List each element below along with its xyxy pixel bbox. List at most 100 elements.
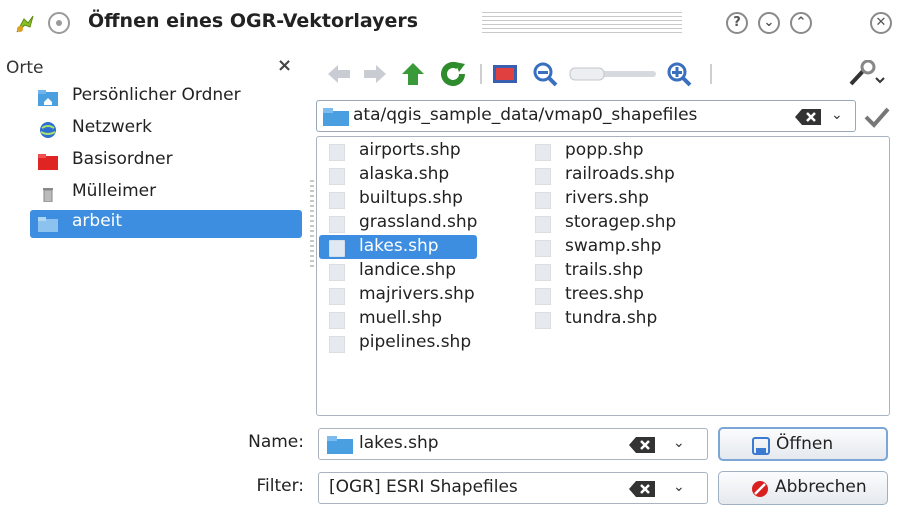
red-folder-icon <box>38 154 58 170</box>
up-icon[interactable] <box>398 60 428 88</box>
path-combo[interactable]: ata/qgis_sample_data/vmap0_shapefiles ⌄ <box>316 100 856 132</box>
place-network[interactable]: Netzwerk <box>30 116 302 144</box>
file-item[interactable]: airports.shp <box>319 139 499 163</box>
clear-icon[interactable] <box>795 108 821 126</box>
file-name: majrivers.shp <box>359 284 475 304</box>
back-icon[interactable] <box>324 60 354 88</box>
settings-icon[interactable] <box>846 60 886 88</box>
place-label: Basisordner <box>72 149 173 169</box>
file-name: grassland.shp <box>359 212 478 232</box>
file-name: alaska.shp <box>359 164 450 184</box>
file-name: popp.shp <box>565 140 644 160</box>
clear-icon[interactable] <box>629 436 655 454</box>
file-item[interactable]: swamp.shp <box>525 235 705 259</box>
forward-icon[interactable] <box>360 60 390 88</box>
place-label: Persönlicher Ordner <box>72 85 241 105</box>
file-icon <box>535 312 551 329</box>
file-icon <box>535 144 551 161</box>
view-icon[interactable] <box>490 60 520 88</box>
file-icon <box>329 192 345 209</box>
file-item[interactable]: popp.shp <box>525 139 705 163</box>
file-icon <box>535 192 551 209</box>
file-item[interactable]: alaska.shp <box>319 163 499 187</box>
file-name: trails.shp <box>565 260 644 280</box>
file-icon <box>329 336 345 353</box>
file-item[interactable]: railroads.shp <box>525 163 705 187</box>
filter-label: Filter: <box>256 476 304 496</box>
chevron-down-icon[interactable]: ⌄ <box>673 435 685 451</box>
file-icon <box>535 240 551 257</box>
place-trash[interactable]: Mülleimer <box>30 180 302 208</box>
file-name: airports.shp <box>359 140 461 160</box>
file-name: railroads.shp <box>565 164 675 184</box>
file-icon <box>329 312 345 329</box>
places-close-button[interactable]: × <box>277 55 292 76</box>
clear-icon[interactable] <box>629 480 655 498</box>
chevron-down-icon[interactable]: ⌄ <box>673 479 685 495</box>
place-home[interactable]: Persönlicher Ordner <box>30 84 302 112</box>
file-icon <box>329 288 345 305</box>
folder-icon <box>327 436 353 454</box>
reload-icon[interactable] <box>438 60 468 88</box>
file-item[interactable]: landice.shp <box>319 259 499 283</box>
file-item[interactable]: majrivers.shp <box>319 283 499 307</box>
zoom-out-icon[interactable] <box>530 60 560 88</box>
zoom-slider[interactable] <box>568 60 658 88</box>
title-bar: Öffnen eines OGR-Vektorlayers ? ⌄ ⌃ ✕ <box>0 0 904 46</box>
title-bar-grip <box>482 12 682 34</box>
file-name: lakes.shp <box>359 236 439 256</box>
file-list[interactable]: airports.shp alaska.shp builtups.shp gra… <box>316 136 890 416</box>
cancel-button-label: Abbrechen <box>775 477 867 497</box>
checkmark-icon[interactable] <box>862 103 892 131</box>
file-icon <box>329 264 345 281</box>
network-icon <box>40 122 56 138</box>
home-folder-icon <box>38 90 58 106</box>
file-item[interactable]: muell.shp <box>319 307 499 331</box>
name-label: Name: <box>248 432 304 452</box>
file-name: rivers.shp <box>565 188 649 208</box>
zoom-in-icon[interactable] <box>664 60 694 88</box>
name-value: lakes.shp <box>359 433 439 453</box>
file-icon <box>535 216 551 233</box>
file-item[interactable]: rivers.shp <box>525 187 705 211</box>
filter-combo[interactable]: [OGR] ESRI Shapefiles ⌄ <box>318 472 708 504</box>
file-item[interactable]: tundra.shp <box>525 307 705 331</box>
file-item[interactable]: trails.shp <box>525 259 705 283</box>
file-icon <box>329 216 345 233</box>
file-dialog: Öffnen eines OGR-Vektorlayers ? ⌄ ⌃ ✕ Or… <box>0 0 904 514</box>
file-item[interactable]: trees.shp <box>525 283 705 307</box>
file-icon <box>329 144 345 161</box>
open-button[interactable]: Öffnen <box>718 427 888 461</box>
pin-icon[interactable] <box>48 12 70 34</box>
close-button[interactable]: ✕ <box>870 12 892 34</box>
place-label: Mülleimer <box>72 181 157 201</box>
minimize-button[interactable]: ⌄ <box>758 12 780 34</box>
filter-value: [OGR] ESRI Shapefiles <box>329 477 518 497</box>
place-arbeit[interactable]: arbeit <box>30 210 302 238</box>
file-item[interactable]: pipelines.shp <box>319 331 499 355</box>
chevron-down-icon[interactable]: ⌄ <box>831 107 843 123</box>
file-item[interactable]: grassland.shp <box>319 211 499 235</box>
cancel-icon <box>752 481 768 497</box>
cancel-button[interactable]: Abbrechen <box>718 471 888 505</box>
file-icon <box>535 288 551 305</box>
maximize-button[interactable]: ⌃ <box>790 12 812 34</box>
place-label: arbeit <box>72 211 123 231</box>
name-combo[interactable]: lakes.shp ⌄ <box>318 428 708 460</box>
file-name: muell.shp <box>359 308 443 328</box>
file-item[interactable]: storagep.shp <box>525 211 705 235</box>
file-item[interactable]: builtups.shp <box>319 187 499 211</box>
place-base-folder[interactable]: Basisordner <box>30 148 302 176</box>
file-name: landice.shp <box>359 260 457 280</box>
file-icon <box>329 168 345 185</box>
file-icon <box>535 168 551 185</box>
navigation-toolbar <box>318 52 904 96</box>
help-button[interactable]: ? <box>726 12 748 34</box>
file-name: trees.shp <box>565 284 644 304</box>
file-name: storagep.shp <box>565 212 677 232</box>
file-name: swamp.shp <box>565 236 662 256</box>
panel-splitter[interactable] <box>310 180 314 270</box>
file-item-selected[interactable]: lakes.shp <box>319 235 477 259</box>
qgis-app-icon <box>16 15 34 33</box>
toolbar-separator <box>480 64 482 84</box>
